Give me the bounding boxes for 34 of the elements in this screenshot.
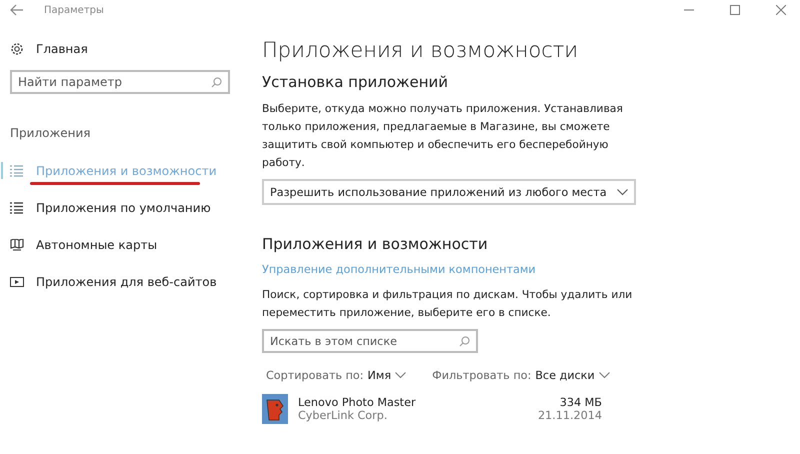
source-dropdown[interactable]: Разрешить использование приложений из любого места [262, 179, 636, 205]
chevron-icon [616, 188, 628, 196]
nav-item[interactable]: Приложения по умолчанию [36, 200, 211, 214]
page-title: Приложения и возможности [262, 38, 580, 62]
description-text: Выберите, откуда можно получать приложения. Устанавливая только приложения, предлагаемые в Магазине, вы сможете защитить свой компьютер и обеспечить его бесперебойную работу. [262, 101, 624, 171]
window-title: Параметры [44, 4, 104, 16]
section-heading: Установка приложений [262, 73, 450, 91]
nav-item[interactable]: Приложения для веб-сайтов [36, 274, 217, 288]
section-heading: Приложения и возможности [262, 235, 489, 253]
maximize-icon[interactable] [730, 5, 740, 15]
window-icon [10, 276, 24, 288]
search-icon [211, 77, 222, 88]
search-icon [459, 336, 470, 347]
gear-icon [10, 42, 24, 56]
list-icon [10, 202, 24, 214]
app-publisher: CyberLink Corp. [298, 409, 388, 422]
map-icon [10, 238, 24, 250]
app-size: 334 МБ [560, 396, 602, 409]
app-date: 21.11.2014 [538, 409, 602, 422]
sort-dropdown[interactable]: Сортировать по: Имя [266, 369, 406, 382]
list-search-field[interactable]: Искать в этом списке [262, 329, 478, 353]
home-link[interactable]: Главная [36, 42, 88, 56]
description-text: Поиск, сортировка и фильтрация по дискам. Чтобы удалить или переместить приложение, выберите его в списке. [262, 287, 634, 321]
chevron-icon [395, 372, 406, 379]
list-icon [10, 164, 24, 176]
app-icon [262, 394, 288, 424]
app-name: Lenovo Photo Master [298, 396, 416, 409]
chevron-icon [598, 372, 610, 379]
section-label: Приложения [10, 126, 92, 140]
nav-item[interactable]: Автономные карты [36, 238, 158, 252]
close-icon[interactable] [776, 5, 786, 15]
search-field[interactable]: Найти параметр [10, 70, 230, 94]
back-icon[interactable] [10, 4, 24, 16]
filter-dropdown[interactable]: Фильтровать по: Все диски [432, 369, 610, 382]
